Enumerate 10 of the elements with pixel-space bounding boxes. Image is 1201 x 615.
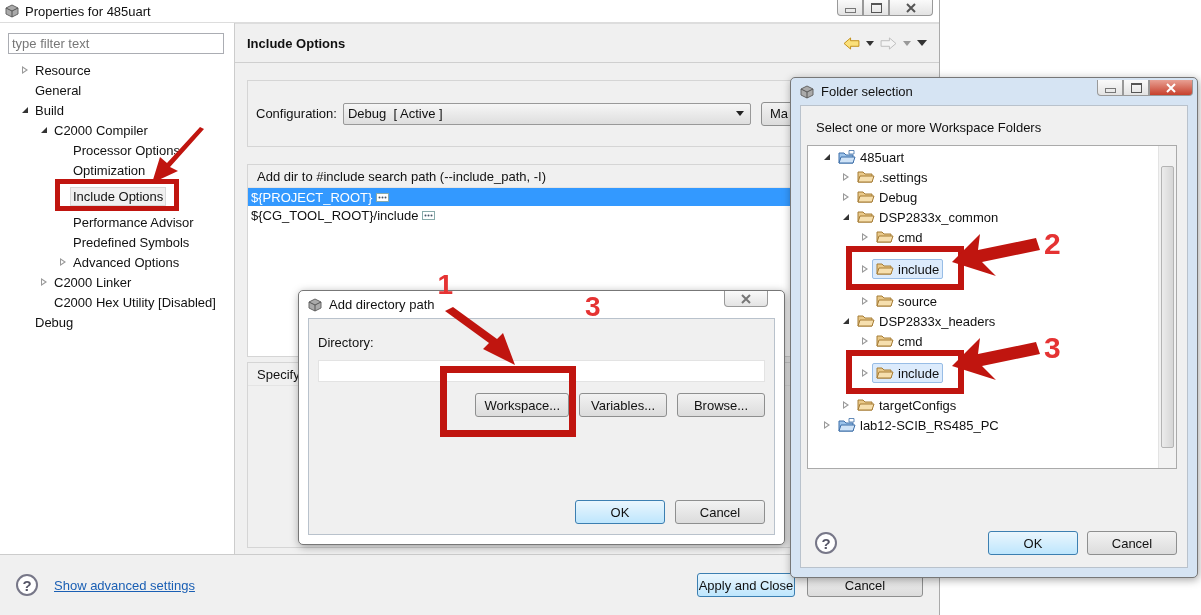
window-title: Properties for 485uart (25, 3, 151, 19)
field-label: Directory: (318, 335, 375, 350)
page-title: Include Options (247, 35, 346, 51)
annotation-number: 2 (1044, 227, 1061, 261)
dialog-title: Add directory path (329, 297, 435, 312)
dialog-title: Folder selection (821, 84, 913, 99)
annotation-number: 3 (1044, 331, 1061, 365)
field-label: Configuration: (256, 106, 337, 121)
annotation-number: 3 (585, 291, 601, 323)
dialog-prompt: Select one or more Workspace Folders (815, 120, 1043, 135)
